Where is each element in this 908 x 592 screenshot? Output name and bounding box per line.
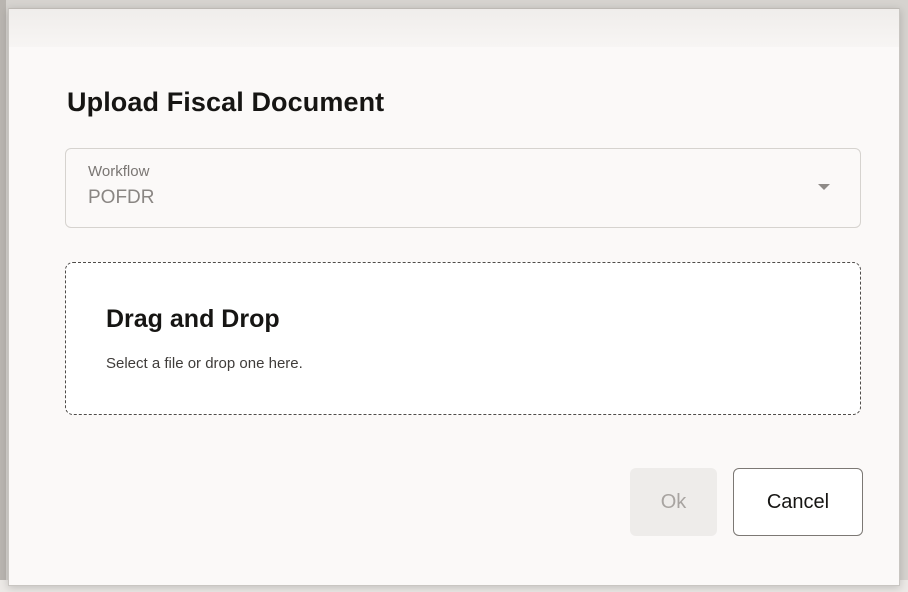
file-drop-zone[interactable]: Drag and Drop Select a file or drop one … [65,262,861,415]
backdrop-edge [0,0,6,592]
ok-button[interactable]: Ok [630,468,717,536]
upload-fiscal-document-dialog: Upload Fiscal Document Workflow POFDR Dr… [8,8,900,586]
workflow-value: POFDR [88,187,155,208]
drop-zone-title: Drag and Drop [106,305,280,333]
workflow-label: Workflow [88,163,150,180]
cancel-button[interactable]: Cancel [733,468,863,536]
chevron-down-icon[interactable] [818,184,830,190]
dialog-header-strip [9,9,899,47]
drop-zone-subtitle[interactable]: Select a file or drop one here. [106,355,303,372]
workflow-select[interactable]: Workflow POFDR [65,148,861,228]
dialog-title: Upload Fiscal Document [67,87,385,117]
